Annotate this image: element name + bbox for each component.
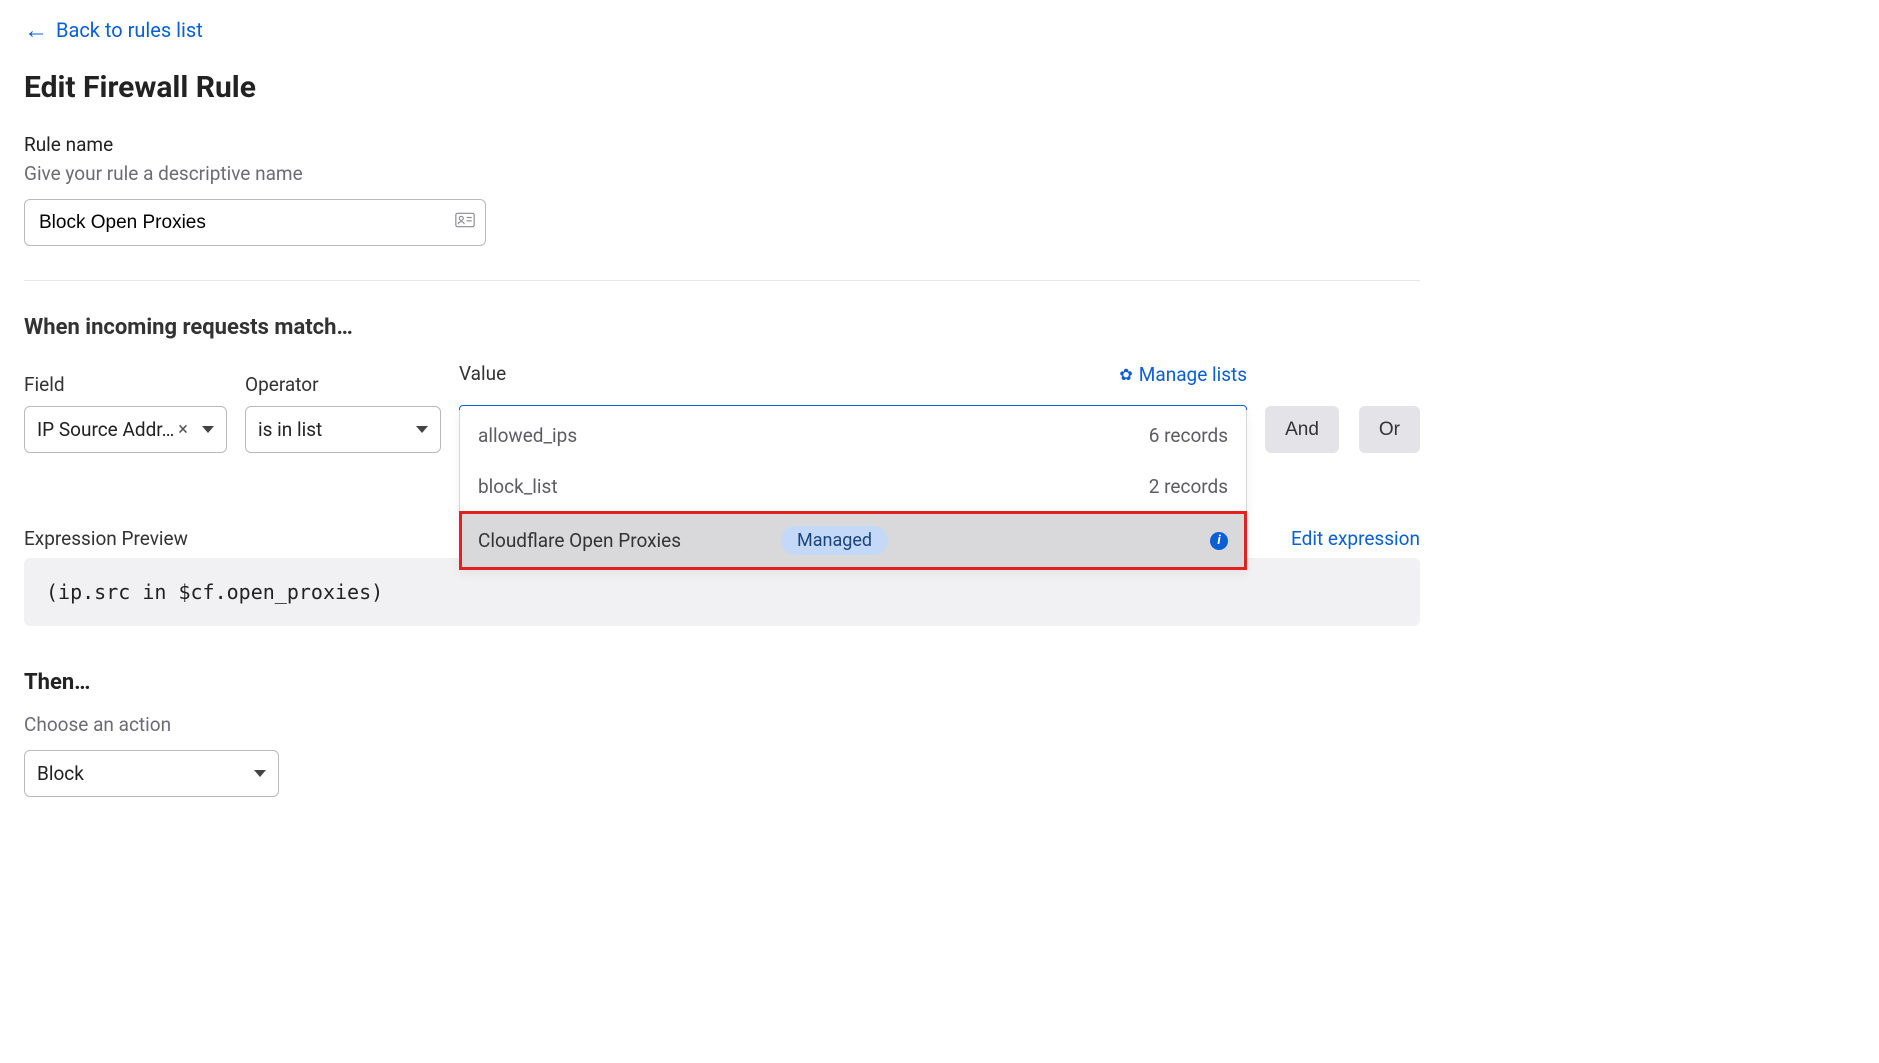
operator-label: Operator xyxy=(245,373,441,396)
value-column: Value ✿ Manage lists Cloudflare Open Pro… xyxy=(459,362,1247,453)
value-label: Value xyxy=(459,362,506,385)
field-select[interactable]: IP Source Addr… × xyxy=(24,406,227,453)
rule-name-input[interactable] xyxy=(39,212,455,234)
then-title: Then… xyxy=(24,670,1420,695)
divider xyxy=(24,280,1420,281)
field-value-text: IP Source Addr… xyxy=(37,418,174,441)
rule-name-label: Rule name xyxy=(24,133,1420,156)
page-title: Edit Firewall Rule xyxy=(24,70,1420,105)
rule-name-input-wrap[interactable] xyxy=(24,199,486,246)
manage-lists-link[interactable]: ✿ Manage lists xyxy=(1119,363,1247,386)
option-meta: 2 records xyxy=(1149,475,1228,498)
info-icon[interactable]: i xyxy=(1210,532,1228,550)
chevron-down-icon xyxy=(254,770,266,777)
option-name: block_list xyxy=(478,475,558,498)
arrow-left-icon: ← xyxy=(24,18,48,42)
action-select[interactable]: Block xyxy=(24,750,279,797)
match-title: When incoming requests match… xyxy=(24,315,1420,340)
chevron-down-icon xyxy=(202,426,214,433)
edit-expression-link[interactable]: Edit expression xyxy=(1291,527,1420,550)
then-hint: Choose an action xyxy=(24,713,1420,736)
back-link[interactable]: ← Back to rules list xyxy=(24,18,203,42)
page-container: ← Back to rules list Edit Firewall Rule … xyxy=(24,18,1420,797)
id-card-icon xyxy=(455,212,475,233)
option-name: Cloudflare Open Proxies xyxy=(478,529,681,552)
list-item[interactable]: block_list 2 records xyxy=(460,461,1246,512)
value-dropdown: allowed_ips 6 records block_list 2 recor… xyxy=(459,410,1247,570)
field-column: Field IP Source Addr… × xyxy=(24,373,227,453)
expression-preview-label: Expression Preview xyxy=(24,527,188,550)
operator-column: Operator is in list xyxy=(245,373,441,453)
and-or-group: And Or xyxy=(1265,406,1420,453)
list-item[interactable]: Cloudflare Open Proxies Managed i xyxy=(460,512,1246,569)
back-label: Back to rules list xyxy=(56,18,203,42)
option-name: allowed_ips xyxy=(478,424,577,447)
operator-select[interactable]: is in list xyxy=(245,406,441,453)
and-button[interactable]: And xyxy=(1265,406,1339,453)
manage-lists-label: Manage lists xyxy=(1139,363,1247,386)
or-button[interactable]: Or xyxy=(1359,406,1420,453)
action-value-text: Block xyxy=(37,762,84,785)
operator-value-text: is in list xyxy=(258,418,322,441)
chevron-down-icon xyxy=(416,426,428,433)
gear-icon: ✿ xyxy=(1119,365,1132,384)
condition-row: Field IP Source Addr… × Operator is in l… xyxy=(24,362,1420,453)
clear-field-icon[interactable]: × xyxy=(178,419,188,440)
rule-name-hint: Give your rule a descriptive name xyxy=(24,162,1420,185)
option-meta: 6 records xyxy=(1149,424,1228,447)
list-item[interactable]: allowed_ips 6 records xyxy=(460,410,1246,461)
field-label: Field xyxy=(24,373,227,396)
managed-badge: Managed xyxy=(781,526,888,555)
